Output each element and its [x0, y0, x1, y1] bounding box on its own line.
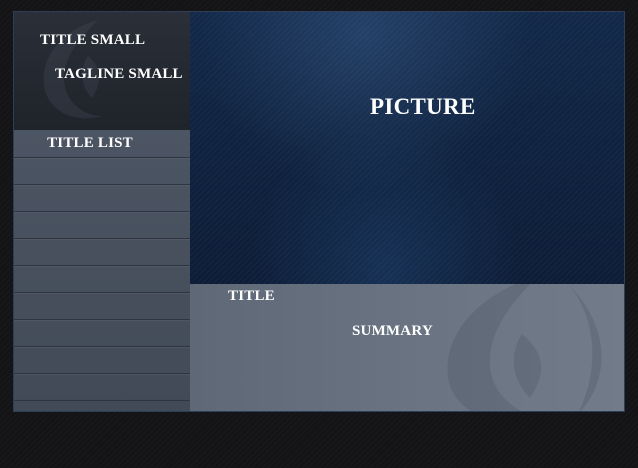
picture-area: PICTURE [190, 12, 624, 284]
title-list-header: TITLE LIST [14, 130, 190, 158]
list-item[interactable] [14, 320, 190, 347]
left-column: TITLE SMALL TAGLINE SMALL TITLE LIST [14, 12, 190, 411]
header-block: TITLE SMALL TAGLINE SMALL [14, 12, 190, 130]
emblem-icon [447, 284, 602, 411]
info-title: TITLE [228, 288, 275, 304]
list-item[interactable] [14, 347, 190, 374]
info-summary: SUMMARY [352, 323, 433, 339]
layout-frame: TITLE SMALL TAGLINE SMALL TITLE LIST PIC… [13, 11, 625, 412]
list-item[interactable] [14, 239, 190, 266]
tagline-small: TAGLINE SMALL [55, 66, 183, 82]
info-area: TITLE SUMMARY [190, 284, 624, 411]
title-small: TITLE SMALL [40, 32, 146, 48]
list-item[interactable] [14, 374, 190, 401]
list-item[interactable] [14, 266, 190, 293]
list-item[interactable] [14, 293, 190, 320]
picture-label: PICTURE [370, 94, 476, 119]
list-item[interactable] [14, 212, 190, 239]
list-item[interactable] [14, 185, 190, 212]
title-list: TITLE LIST [14, 130, 190, 411]
list-item[interactable] [14, 158, 190, 185]
